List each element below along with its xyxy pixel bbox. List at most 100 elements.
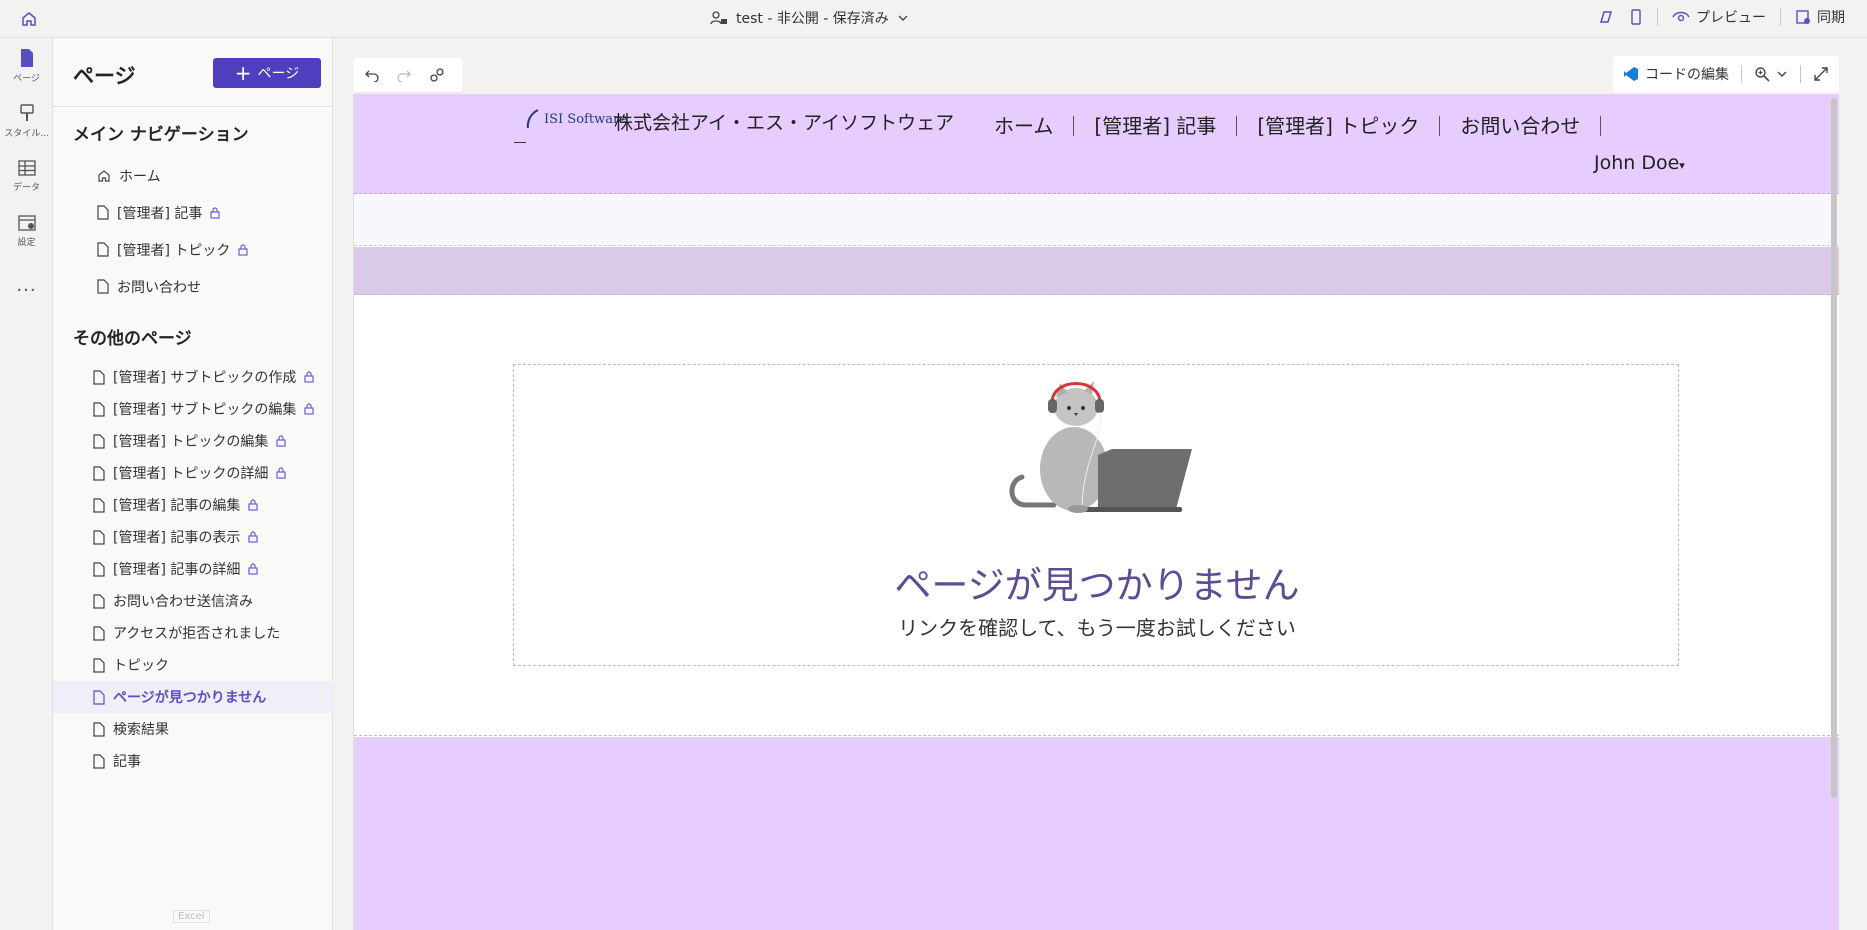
edit-code-button[interactable]: コードの編集 <box>1623 64 1729 84</box>
site-nav-contact[interactable]: お問い合わせ <box>1440 116 1602 136</box>
divider <box>1741 65 1742 83</box>
add-page-button[interactable]: + ページ <box>213 58 321 88</box>
nav-item-label: 検索結果 <box>113 722 169 738</box>
nav-item-home[interactable]: ホーム <box>53 157 333 194</box>
site-footer[interactable] <box>354 737 1839 930</box>
top-bar: test - 非公開 - 保存済み プレビュー 同期 <box>0 0 1867 38</box>
rail-item-more[interactable]: ... <box>0 258 53 313</box>
expand-button[interactable] <box>1813 66 1829 82</box>
people-lock-icon <box>710 11 727 25</box>
site-preview: ISI Software 株式会社アイ・エス・アイソフトウェア ホーム [管理者… <box>353 94 1839 930</box>
nav-item-page[interactable]: トピック <box>53 649 333 681</box>
nav-item-page[interactable]: 記事 <box>53 745 333 777</box>
nav-item-page-active[interactable]: ページが見つかりません <box>53 681 333 713</box>
nav-item-page[interactable]: 検索結果 <box>53 713 333 745</box>
site-header[interactable]: ISI Software 株式会社アイ・エス・アイソフトウェア ホーム [管理者… <box>354 94 1839 194</box>
not-found-title: ページが見つかりません <box>894 564 1300 607</box>
lock-icon <box>276 467 286 479</box>
section-band[interactable] <box>354 247 1839 295</box>
page-icon <box>93 529 105 545</box>
sync-button[interactable]: 同期 <box>1795 7 1845 27</box>
logo-swoosh-icon <box>526 109 539 129</box>
site-nav-admin-topics[interactable]: [管理者] トピック <box>1237 116 1441 136</box>
redo-icon[interactable] <box>397 68 411 82</box>
zoom-dropdown[interactable] <box>1754 66 1788 82</box>
panel-title: ページ <box>73 64 136 88</box>
link-icon[interactable] <box>429 67 445 83</box>
lock-icon <box>276 435 286 447</box>
nav-item-page[interactable]: [管理者] トピックの編集 <box>53 425 333 457</box>
home-icon <box>22 12 36 26</box>
section-band[interactable] <box>354 195 1839 246</box>
edit-code-label: コードの編集 <box>1645 67 1729 83</box>
nav-item-page[interactable]: [管理者] サブトピックの編集 <box>53 393 333 425</box>
nav-item-label: トピック <box>113 658 169 674</box>
rail-item-pages[interactable]: ページ <box>0 38 53 93</box>
page-icon <box>93 465 105 481</box>
nav-item-admin-articles[interactable]: [管理者] 記事 <box>53 194 333 231</box>
site-nav-admin-articles[interactable]: [管理者] 記事 <box>1074 116 1238 136</box>
page-icon <box>93 369 105 385</box>
site-logo[interactable]: ISI Software <box>526 108 627 130</box>
nav-item-page[interactable]: アクセスが拒否されました <box>53 617 333 649</box>
copilot-icon <box>1599 11 1613 23</box>
sync-label: 同期 <box>1817 10 1845 26</box>
nav-item-label: [管理者] 記事 <box>117 205 203 222</box>
page-icon <box>93 593 105 609</box>
nav-item-page[interactable]: [管理者] 記事の詳細 <box>53 553 333 585</box>
vscode-icon <box>1624 67 1638 81</box>
rail-item-data[interactable]: データ <box>0 148 53 203</box>
nav-item-page[interactable]: [管理者] トピックの詳細 <box>53 457 333 489</box>
settings-icon <box>17 214 36 231</box>
rail-label: ページ <box>13 73 40 84</box>
preview-scrollbar[interactable] <box>1831 98 1837 798</box>
page-icon <box>97 205 109 220</box>
other-pages-title: その他のページ <box>73 329 192 349</box>
nav-item-label: [管理者] トピックの編集 <box>113 434 269 450</box>
nav-item-label: [管理者] トピックの詳細 <box>113 466 269 482</box>
main-nav-list: ホーム [管理者] 記事 [管理者] トピック お問い合わせ <box>53 157 333 305</box>
divider <box>53 106 333 107</box>
not-found-subtitle: リンクを確認して、もう一度お試しください <box>898 616 1296 640</box>
user-menu[interactable]: John Doe▾ <box>1594 152 1685 174</box>
home-button[interactable] <box>18 8 40 30</box>
nav-item-page[interactable]: [管理者] 記事の編集 <box>53 489 333 521</box>
more-icon: ... <box>16 275 37 296</box>
undo-icon[interactable] <box>365 68 379 82</box>
device-button[interactable] <box>1629 8 1643 26</box>
site-nav-home[interactable]: ホーム <box>974 116 1075 136</box>
nav-item-label: ホーム <box>119 168 161 185</box>
lock-icon <box>304 371 314 383</box>
site-status-dropdown[interactable]: test - 非公開 - 保存済み <box>710 8 909 28</box>
nav-item-admin-topics[interactable]: [管理者] トピック <box>53 231 333 268</box>
nav-item-label: [管理者] 記事の編集 <box>113 498 241 514</box>
eye-icon <box>1672 11 1690 22</box>
content-section[interactable]: ページが見つかりません リンクを確認して、もう一度お試しください <box>354 296 1839 736</box>
nav-item-label: [管理者] 記事の表示 <box>113 530 241 546</box>
nav-item-label: [管理者] サブトピックの作成 <box>113 370 297 386</box>
not-found-container[interactable]: ページが見つかりません リンクを確認して、もう一度お試しください <box>513 364 1679 666</box>
nav-item-page[interactable]: お問い合わせ送信済み <box>53 585 333 617</box>
nav-item-contact[interactable]: お問い合わせ <box>53 268 333 305</box>
nav-item-label: [管理者] トピック <box>117 242 231 259</box>
home-icon <box>98 169 110 182</box>
page-icon <box>93 433 105 449</box>
rail-label: データ <box>12 182 40 193</box>
lock-icon <box>248 563 258 575</box>
pages-panel: ページ + ページ メイン ナビゲーション ホーム [管理者] 記事 [管理者]… <box>53 38 333 930</box>
divider <box>1780 8 1781 26</box>
nav-item-page[interactable]: [管理者] 記事の表示 <box>53 521 333 553</box>
main-nav-title: メイン ナビゲーション <box>73 125 249 145</box>
nav-item-page[interactable]: [管理者] サブトピックの作成 <box>53 361 333 393</box>
page-icon <box>93 625 105 641</box>
preview-button[interactable]: プレビュー <box>1672 7 1766 27</box>
sync-icon <box>1796 10 1810 24</box>
copilot-button[interactable] <box>1597 8 1615 26</box>
nav-item-label: 記事 <box>113 754 141 770</box>
caret-down-icon: ▾ <box>1679 159 1685 172</box>
lock-icon <box>304 403 314 415</box>
rail-item-settings[interactable]: 設定 <box>0 203 53 258</box>
rail-item-styles[interactable]: スタイル... <box>0 93 53 148</box>
page-icon <box>97 279 109 294</box>
site-nav: ホーム [管理者] 記事 [管理者] トピック お問い合わせ <box>974 116 1602 136</box>
